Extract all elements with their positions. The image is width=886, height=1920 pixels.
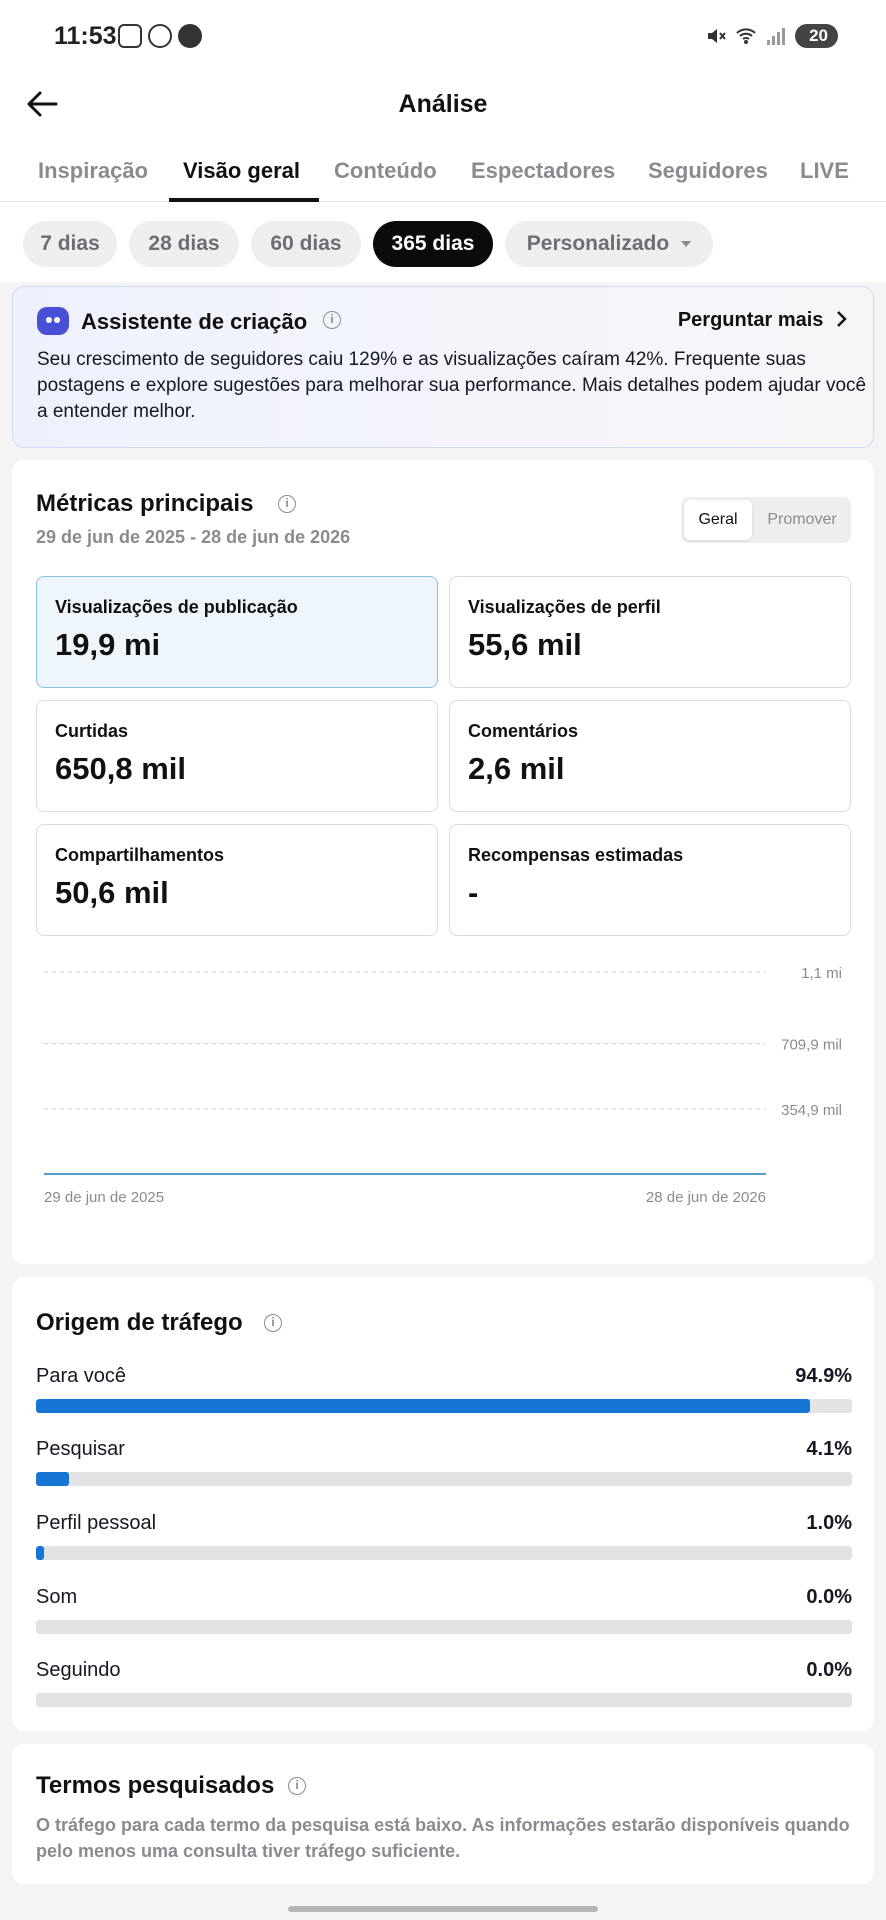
metric-tile-shares[interactable]: Compartilhamentos 50,6 mil xyxy=(36,824,438,936)
toggle-geral[interactable]: Geral xyxy=(684,500,752,540)
metrics-title: Métricas principais xyxy=(36,490,254,517)
info-icon[interactable]: i xyxy=(288,1777,306,1795)
period-28-dias[interactable]: 28 dias xyxy=(129,221,239,267)
main-metrics-card: Métricas principais i 29 de jun de 2025 … xyxy=(12,460,874,1264)
traffic-row-pesquisar: Pesquisar 4.1% xyxy=(36,1438,852,1498)
period-365-dias[interactable]: 365 dias xyxy=(373,221,493,267)
traffic-row-seguindo: Seguindo 0.0% xyxy=(36,1659,852,1719)
tab-inspiracao[interactable]: Inspiração xyxy=(38,158,148,184)
assistant-bot-icon xyxy=(37,307,69,335)
traffic-value: 1.0% xyxy=(806,1512,852,1534)
traffic-value: 0.0% xyxy=(806,1659,852,1681)
views-line-chart: 1,1 mi 709,9 mil 354,9 mil 29 de jun de 202… xyxy=(44,965,842,1206)
active-tab-indicator xyxy=(169,198,319,202)
signal-icon xyxy=(767,28,786,45)
traffic-bar-track xyxy=(36,1620,852,1634)
info-icon[interactable]: i xyxy=(278,495,296,513)
notification-icons xyxy=(118,24,202,48)
status-bar: 11:53 20 xyxy=(0,0,886,72)
caret-down-icon xyxy=(681,241,692,248)
traffic-row-para-voce: Para você 94.9% xyxy=(36,1365,852,1425)
metric-value: 55,6 mil xyxy=(468,627,582,662)
wifi-icon xyxy=(736,28,756,44)
traffic-bar-track xyxy=(36,1472,852,1486)
traffic-label: Perfil pessoal xyxy=(36,1512,157,1534)
metric-label: Compartilhamentos xyxy=(55,845,225,865)
battery-indicator: 20 xyxy=(795,24,838,48)
tab-seguidores[interactable]: Seguidores xyxy=(648,158,768,184)
y-tick-label: 1,1 mi xyxy=(801,965,842,982)
info-icon[interactable]: i xyxy=(264,1314,282,1332)
traffic-row-perfil-pessoal: Perfil pessoal 1.0% xyxy=(36,1512,852,1572)
x-label-end: 28 de jun de 2026 xyxy=(646,1189,766,1206)
y-tick-label: 709,9 mil xyxy=(781,1037,842,1054)
app-notification-icon xyxy=(178,24,202,48)
tab-conteudo[interactable]: Conteúdo xyxy=(334,158,437,184)
metric-label: Visualizações de publicação xyxy=(55,597,298,617)
period-personalizado[interactable]: Personalizado xyxy=(505,221,713,267)
traffic-bar-track xyxy=(36,1693,852,1707)
chevron-right-icon xyxy=(837,311,847,327)
traffic-title: Origem de tráfego xyxy=(36,1309,243,1336)
assistant-title: Assistente de criação xyxy=(81,309,308,334)
tab-bar: Inspiração Visão geral Conteúdo Espectad… xyxy=(0,150,886,202)
traffic-value: 94.9% xyxy=(795,1365,852,1387)
tab-live[interactable]: LIVE xyxy=(800,158,849,184)
metrics-date-range: 29 de jun de 2025 - 28 de jun de 2026 xyxy=(36,527,351,547)
metric-label: Curtidas xyxy=(55,721,129,741)
x-label-start: 29 de jun de 2025 xyxy=(44,1189,164,1206)
search-terms-card: Termos pesquisados i O tráfego para cada… xyxy=(12,1744,874,1884)
traffic-origin-card: Origem de tráfego i Para você 94.9% Pesq… xyxy=(12,1277,874,1731)
search-terms-title: Termos pesquisados xyxy=(36,1772,275,1799)
metric-tile-profile-views[interactable]: Visualizações de perfil 55,6 mil xyxy=(449,576,851,688)
metric-value: 50,6 mil xyxy=(55,875,169,910)
traffic-bar-track xyxy=(36,1546,852,1560)
screenshot-icon xyxy=(118,24,142,48)
traffic-value: 0.0% xyxy=(806,1586,852,1608)
traffic-row-som: Som 0.0% xyxy=(36,1586,852,1646)
metric-value: 650,8 mil xyxy=(55,751,186,786)
mute-icon xyxy=(708,29,726,43)
system-icons: 20 xyxy=(705,24,838,48)
metric-tile-likes[interactable]: Curtidas 650,8 mil xyxy=(36,700,438,812)
metric-value: - xyxy=(468,875,479,910)
traffic-bar-fill xyxy=(36,1472,70,1486)
whatsapp-icon xyxy=(148,24,172,48)
traffic-label: Seguindo xyxy=(36,1659,121,1681)
metric-tile-comments[interactable]: Comentários 2,6 mil xyxy=(449,700,851,812)
metric-label: Recompensas estimadas xyxy=(468,845,684,865)
ask-more-label: Perguntar mais xyxy=(677,309,824,331)
metric-label: Comentários xyxy=(468,721,579,741)
metric-value: 2,6 mil xyxy=(468,751,565,786)
traffic-bar-track xyxy=(36,1399,852,1413)
assistant-message: Seu crescimento de seguidores caiu 129% … xyxy=(37,349,867,422)
traffic-label: Para você xyxy=(36,1365,127,1387)
period-7-dias[interactable]: 7 dias xyxy=(23,221,117,267)
period-personalizado-label: Personalizado xyxy=(526,232,670,255)
status-time: 11:53 xyxy=(54,22,117,50)
y-tick-label: 354,9 mil xyxy=(781,1102,842,1119)
metric-value: 19,9 mi xyxy=(55,627,161,662)
traffic-bar-fill xyxy=(36,1546,45,1560)
ask-more-link[interactable]: Perguntar mais xyxy=(678,309,847,332)
tab-espectadores[interactable]: Espectadores xyxy=(471,158,615,184)
metric-tile-post-views[interactable]: Visualizações de publicação 19,9 mi xyxy=(36,576,438,688)
app-header: Análise xyxy=(0,80,886,130)
metric-label: Visualizações de perfil xyxy=(468,597,661,617)
tab-visao-geral[interactable]: Visão geral xyxy=(183,158,300,184)
search-terms-message: O tráfego para cada termo da pesquisa es… xyxy=(36,1815,850,1861)
metrics-toggle: Geral Promover xyxy=(681,497,851,543)
traffic-bar-fill xyxy=(36,1399,811,1413)
home-indicator xyxy=(288,1906,598,1912)
traffic-label: Som xyxy=(36,1586,78,1608)
traffic-label: Pesquisar xyxy=(36,1438,125,1460)
info-icon[interactable]: i xyxy=(323,311,341,329)
creation-assistant-card: Assistente de criação i Perguntar mais S… xyxy=(12,286,874,448)
toggle-promover[interactable]: Promover xyxy=(757,500,847,540)
metric-tile-rewards[interactable]: Recompensas estimadas - xyxy=(449,824,851,936)
period-60-dias[interactable]: 60 dias xyxy=(251,221,361,267)
traffic-value: 4.1% xyxy=(806,1438,852,1460)
page-title: Análise xyxy=(398,90,488,118)
